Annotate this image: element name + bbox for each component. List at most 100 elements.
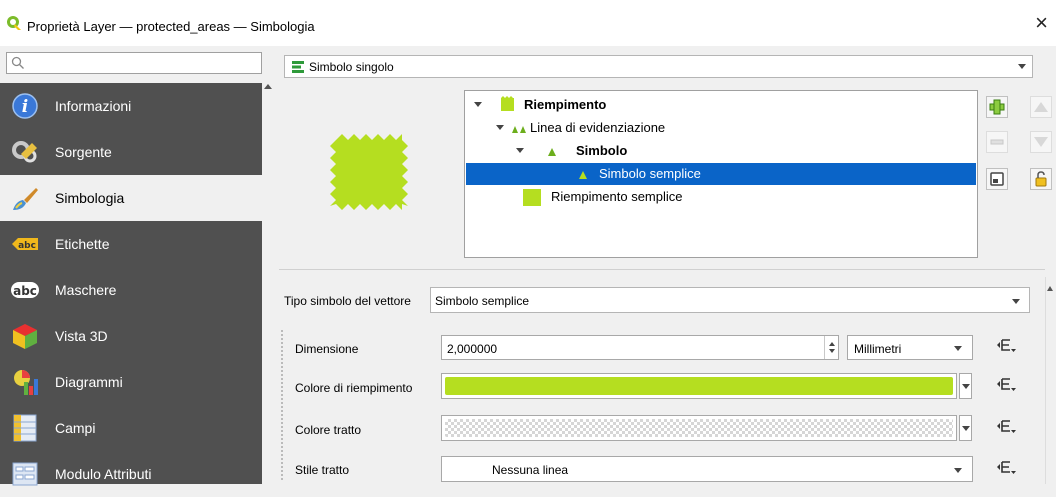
size-unit-select[interactable]: Millimetri [847, 335, 973, 360]
stroke-style-label: Stile tratto [295, 463, 350, 477]
scroll-up-arrow-icon[interactable] [1047, 286, 1053, 291]
symbol-layer-type-select[interactable]: Simbolo semplice [430, 287, 1030, 313]
symbol-layer-type-label: Tipo simbolo del vettore [284, 294, 411, 308]
sidebar-item-label: Etichette [55, 236, 110, 252]
masks-icon: abc [11, 282, 39, 298]
sidebar-item-label: Maschere [55, 282, 117, 298]
move-down-button[interactable] [1030, 131, 1052, 153]
splitter-handle[interactable] [281, 330, 283, 480]
size-value: 2,000000 [447, 342, 498, 356]
data-defined-override-icon[interactable] [996, 375, 1020, 397]
renderer-select[interactable]: Simbolo singolo [284, 55, 1033, 78]
spin-up-icon[interactable] [829, 342, 835, 346]
sidebar-item-sorgente[interactable]: Sorgente [0, 129, 262, 175]
tree-row-riempimento[interactable]: Riempimento [466, 94, 976, 116]
duplicate-symbol-layer-button[interactable] [986, 168, 1008, 190]
size-stepper[interactable] [824, 336, 838, 359]
fill-color-label: Colore di riempimento [295, 381, 413, 395]
fill-color-button[interactable] [441, 373, 957, 399]
renderer-selected-value: Simbolo singolo [309, 60, 394, 74]
size-unit-value: Millimetri [854, 342, 902, 356]
properties-scrollbar[interactable] [1045, 277, 1056, 484]
qgis-logo-icon [7, 16, 21, 30]
sidebar-item-label: Diagrammi [55, 374, 123, 390]
source-icon [12, 141, 37, 163]
stroke-style-select[interactable]: Nessuna linea [441, 456, 973, 482]
stroke-color-button[interactable] [441, 415, 957, 441]
sidebar-item-label: Vista 3D [55, 328, 108, 344]
labels-icon: abc [12, 238, 38, 251]
tree-row-simbolo-semplice[interactable]: Simbolo semplice [466, 163, 976, 185]
add-symbol-layer-button[interactable] [986, 96, 1008, 118]
expand-arrow-icon[interactable] [474, 102, 482, 107]
sidebar-item-maschere[interactable]: abc Maschere [0, 267, 262, 313]
sidebar-item-informazioni[interactable]: i Informazioni [0, 83, 262, 129]
expand-arrow-icon[interactable] [516, 148, 524, 153]
sidebar-item-label: Campi [55, 420, 96, 436]
stroke-color-dropdown[interactable] [959, 415, 972, 441]
size-spinbox[interactable]: 2,000000 [441, 335, 839, 360]
close-button[interactable]: × [1035, 12, 1048, 34]
sidebar-item-label: Sorgente [55, 144, 112, 160]
lock-layer-color-button[interactable] [1030, 168, 1052, 190]
svg-text:abc: abc [18, 241, 36, 251]
view3d-icon [13, 324, 37, 349]
move-up-button[interactable] [1030, 96, 1052, 118]
chevron-down-icon [1018, 64, 1026, 69]
sidebar-search-input[interactable] [6, 52, 262, 74]
symbol-layer-type-value: Simbolo semplice [435, 294, 530, 308]
tree-row-riempimento-semplice[interactable]: Riempimento semplice [466, 186, 976, 208]
sidebar-item-label: Informazioni [55, 98, 132, 114]
simple-fill-icon [523, 189, 541, 206]
spin-down-icon[interactable] [829, 349, 835, 353]
data-defined-override-icon[interactable] [996, 417, 1020, 439]
data-defined-override-icon[interactable] [996, 336, 1020, 358]
simple-marker-icon [579, 171, 587, 179]
fill-color-dropdown[interactable] [959, 373, 972, 399]
stroke-style-value: Nessuna linea [492, 463, 569, 477]
fill-symbol-icon [501, 96, 514, 111]
tree-row-label: Riempimento [524, 97, 607, 112]
chevron-down-icon [1012, 299, 1020, 304]
arrow-up-icon [1034, 102, 1048, 112]
sidebar-item-vista-3d[interactable]: Vista 3D [0, 313, 262, 359]
stroke-color-swatch [445, 419, 953, 437]
chevron-down-icon [962, 426, 970, 431]
expand-arrow-icon[interactable] [496, 125, 504, 130]
symbology-icon [13, 188, 38, 210]
tree-row-linea-di-evidenziazione[interactable]: Linea di evidenziazione [466, 117, 976, 139]
search-icon [11, 56, 24, 69]
sidebar-item-modulo-attributi[interactable]: Modulo Attributi [0, 451, 262, 497]
info-icon: i [12, 93, 38, 119]
single-symbol-icon [292, 61, 304, 73]
sidebar-scrollbar[interactable] [262, 83, 275, 484]
splitter[interactable] [279, 269, 1045, 270]
lock-icon [1035, 171, 1047, 187]
sidebar-item-campi[interactable]: Campi [0, 405, 262, 451]
tree-row-label: Simbolo [576, 143, 628, 158]
minus-icon [990, 139, 1004, 145]
svg-text:i: i [22, 97, 28, 117]
remove-symbol-layer-button[interactable] [986, 131, 1008, 153]
symbol-layer-tree[interactable]: Riempimento Linea di evidenziazione Simb… [464, 90, 978, 258]
tree-row-simbolo[interactable]: Simbolo [466, 140, 976, 162]
scroll-up-arrow-icon[interactable] [264, 84, 272, 89]
sidebar-item-simbologia[interactable]: Simbologia [0, 175, 262, 221]
chevron-down-icon [954, 468, 962, 473]
stroke-color-label: Colore tratto [295, 423, 362, 437]
tree-row-label: Riempimento semplice [551, 189, 683, 204]
sidebar-item-etichette[interactable]: abc Etichette [0, 221, 262, 267]
top-strip [0, 0, 1056, 10]
sidebar: i Informazioni Sorgente Simbologia abc E… [0, 83, 262, 486]
duplicate-icon [990, 172, 1004, 186]
data-defined-override-icon[interactable] [996, 458, 1020, 480]
svg-text:abc: abc [13, 284, 37, 298]
window-title: Proprietà Layer — protected_areas — Simb… [27, 19, 315, 34]
sidebar-item-label: Modulo Attributi [55, 466, 152, 482]
attributes-form-icon [12, 462, 38, 486]
diagrams-icon [14, 370, 38, 395]
tree-row-label: Linea di evidenziazione [530, 120, 666, 135]
fill-color-swatch [445, 377, 953, 395]
sidebar-item-diagrammi[interactable]: Diagrammi [0, 359, 262, 405]
size-label: Dimensione [295, 342, 359, 356]
